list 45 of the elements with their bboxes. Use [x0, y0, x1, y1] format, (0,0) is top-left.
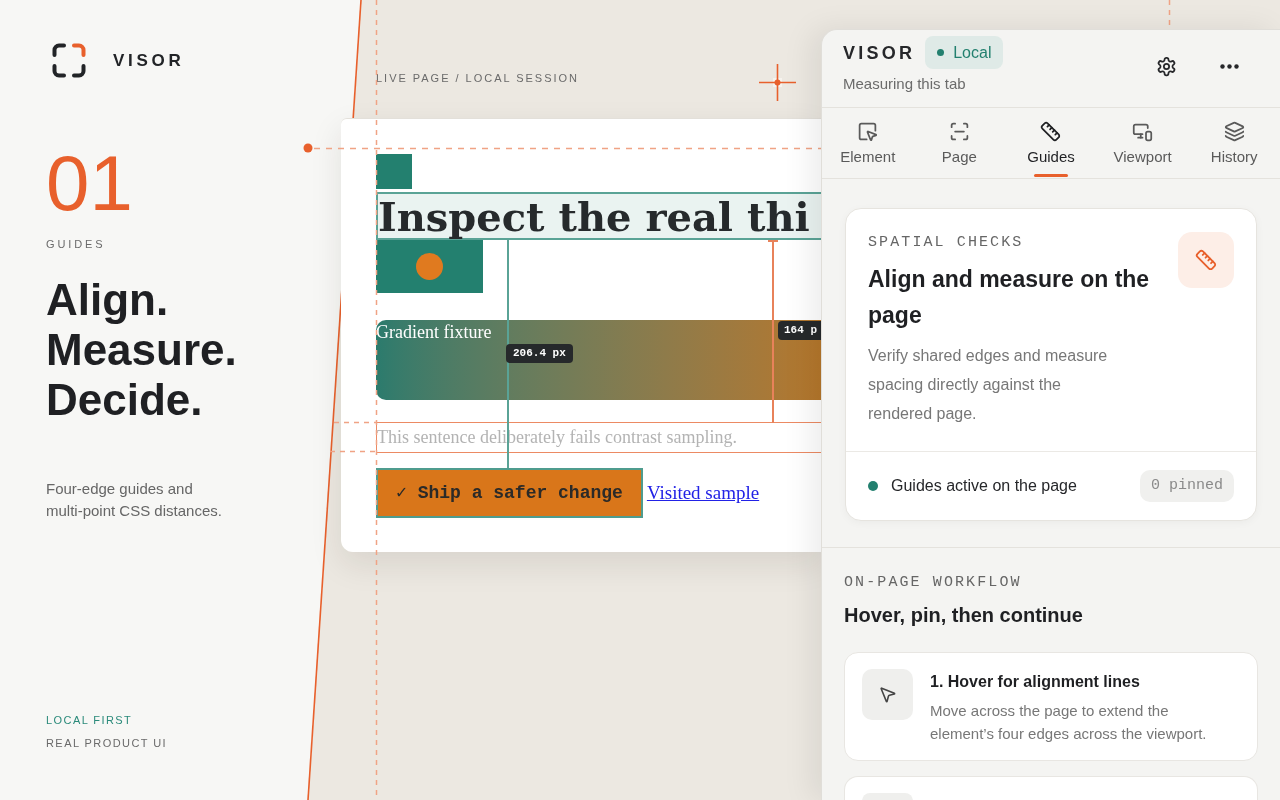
ruler-icon	[1040, 121, 1062, 142]
card-eyebrow: SPATIAL CHECKS	[868, 234, 1024, 252]
stage-caption: LIVE PAGE / LOCAL SESSION	[376, 71, 579, 85]
tab[interactable]: Page	[913, 108, 1006, 178]
logo-icon	[52, 43, 86, 78]
section-number: 01	[46, 144, 133, 222]
headline: Align. Measure. Decide.	[46, 275, 238, 425]
sample-link[interactable]: Visited sample	[646, 478, 760, 508]
cursor-box-icon	[857, 121, 879, 142]
measurement-label: 206.4 px	[506, 344, 573, 363]
section-title: Hover, pin, then continue	[844, 603, 1083, 628]
more-icon	[1219, 63, 1239, 69]
card-title: Align and measure on the page	[868, 265, 1151, 330]
page-heading: Inspect the real thi	[376, 192, 821, 240]
section-eyebrow: GUIDES	[46, 237, 106, 251]
crosshair-icon	[759, 64, 796, 101]
panel-subtitle: Measuring this tab	[843, 74, 966, 94]
pointer-icon	[862, 669, 913, 720]
action-button[interactable]: ✓ Ship a safer change	[376, 468, 643, 518]
monitor-phone-icon	[1132, 121, 1154, 142]
tag-label: LOCAL FIRST	[46, 713, 133, 727]
step-description: Move across the page to extend the element’s four edges across the viewport.	[930, 701, 1208, 744]
settings-icon	[1155, 55, 1177, 77]
guide-line	[1168, 0, 1171, 28]
ruler-icon	[1178, 232, 1234, 288]
guides-status: Guides active on the page	[891, 476, 1077, 496]
panel-title: VISOR	[843, 41, 916, 64]
pinned-count: 0 pinned	[1140, 470, 1234, 502]
summary-text: Four-edge guides and multi-point CSS distances.	[46, 479, 223, 521]
tab[interactable]: History	[1188, 108, 1280, 178]
tab[interactable]: Viewport	[1096, 108, 1189, 178]
tab[interactable]: Element	[822, 108, 914, 178]
brand-name: VISOR	[113, 50, 185, 71]
measurement-label: 164 p	[778, 321, 821, 340]
scan-icon	[948, 121, 970, 142]
square-block	[376, 154, 412, 189]
tag-label: REAL PRODUCT UI	[46, 736, 168, 750]
tab[interactable]: Guides	[1005, 108, 1097, 178]
section-eyebrow: ON-PAGE WORKFLOW	[844, 574, 1022, 592]
card-description: Verify shared edges and measure spacing directly against the rendered page.	[868, 346, 1109, 424]
step-title: 1. Hover for alignment lines	[930, 672, 1140, 692]
layers-icon	[1223, 121, 1245, 142]
status-label: Local	[953, 42, 992, 63]
fixture-label: Gradient fixture	[376, 321, 492, 343]
anchor-dot-icon	[303, 143, 313, 153]
